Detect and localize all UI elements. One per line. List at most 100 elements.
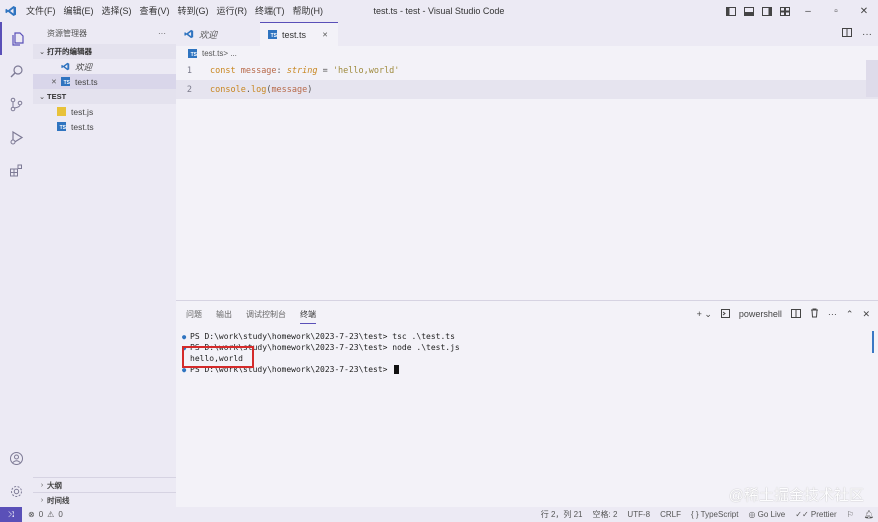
vscode-logo-icon: [61, 62, 70, 71]
tab-label: test.ts: [282, 29, 307, 40]
status-bar: ⤨ ⊗ 0 ⚠ 0 行 2，列 21 空格: 2 UTF-8 CRLF { } …: [0, 507, 878, 522]
more-actions-icon[interactable]: ···: [862, 29, 872, 40]
chevron-right-icon: ›: [40, 481, 44, 489]
typescript-file-icon: TS: [188, 48, 197, 58]
warning-icon: ⚠: [47, 510, 55, 519]
terminal-line: ● PS D:\work\study\homework\2023-7-23\tes…: [182, 331, 460, 342]
file-test-js[interactable]: test.js: [33, 104, 176, 119]
maximize-panel-icon[interactable]: ⌃: [846, 309, 854, 320]
feedback-icon[interactable]: ⚐: [847, 510, 854, 519]
javascript-file-icon: [57, 107, 66, 116]
folder-section[interactable]: ⌄ TEST: [33, 89, 176, 104]
line-ending[interactable]: CRLF: [660, 510, 681, 519]
close-icon[interactable]: ✕: [51, 78, 61, 86]
source-control-icon[interactable]: [0, 88, 33, 121]
status-right: 行 2，列 21 空格: 2 UTF-8 CRLF { } TypeScript…: [541, 509, 874, 520]
menu-help[interactable]: 帮助(H): [289, 0, 328, 22]
toggle-secondary-sidebar-icon[interactable]: [758, 0, 776, 22]
menu-go[interactable]: 转到(G): [174, 0, 213, 22]
minimize-icon[interactable]: –: [794, 0, 822, 22]
maximize-icon[interactable]: ▫: [822, 0, 850, 22]
encoding[interactable]: UTF-8: [627, 510, 650, 519]
tab-problems[interactable]: 问题: [186, 306, 202, 323]
code-line-current: 2 console . log ( message ): [176, 80, 878, 99]
vscode-window: 文件(F) 编辑(E) 选择(S) 查看(V) 转到(G) 运行(R) 终端(T…: [0, 0, 878, 522]
language-mode[interactable]: { } TypeScript: [691, 510, 738, 519]
tab-welcome[interactable]: 欢迎: [176, 22, 260, 46]
chevron-down-icon: ⌄: [39, 93, 45, 101]
split-terminal-icon[interactable]: [790, 308, 801, 320]
menu-edit[interactable]: 编辑(E): [60, 0, 98, 22]
menu-run[interactable]: 运行(R): [213, 0, 252, 22]
breadcrumb-file[interactable]: test.ts: [202, 49, 223, 58]
vscode-logo-icon: [0, 0, 22, 22]
search-icon[interactable]: [0, 55, 33, 88]
trash-icon[interactable]: [810, 308, 819, 320]
explorer-sidebar: 资源管理器 ··· ⌄ 打开的编辑器 欢迎 ✕ TS test.ts ⌄ TES…: [33, 22, 176, 507]
menu-bar: 文件(F) 编辑(E) 选择(S) 查看(V) 转到(G) 运行(R) 终端(T…: [22, 0, 327, 22]
code-editor[interactable]: 1 const message : string = 'hello,world'…: [176, 61, 878, 99]
tab-debug-console[interactable]: 调试控制台: [246, 306, 286, 323]
line-number: 1: [186, 65, 192, 76]
prettier-button[interactable]: ✓✓ Prettier: [795, 510, 836, 519]
toggle-panel-icon[interactable]: [740, 0, 758, 22]
outline-section[interactable]: › 大纲: [33, 477, 176, 492]
customize-layout-icon[interactable]: [776, 0, 794, 22]
go-live-label: Go Live: [757, 510, 786, 519]
file-test-ts[interactable]: TS test.ts: [33, 119, 176, 134]
warning-count: 0: [58, 510, 63, 519]
menu-view[interactable]: 查看(V): [136, 0, 174, 22]
more-actions-icon[interactable]: ···: [158, 29, 166, 38]
accounts-icon[interactable]: [0, 442, 33, 475]
check-icon: ✓✓: [795, 510, 809, 519]
close-window-icon[interactable]: ✕: [850, 0, 878, 22]
go-live-button[interactable]: ◎ Go Live: [748, 510, 785, 519]
close-panel-icon[interactable]: ✕: [862, 309, 870, 320]
prettier-label: Prettier: [810, 510, 837, 519]
notifications-bell-icon[interactable]: 🔔︎: [864, 510, 874, 519]
broadcast-icon: ◎: [748, 510, 756, 519]
object-token: console: [210, 84, 246, 95]
remote-icon[interactable]: ⤨: [0, 507, 22, 522]
tab-test-ts[interactable]: TS test.ts ✕: [260, 22, 338, 46]
extensions-icon[interactable]: [0, 154, 33, 187]
typescript-file-icon: TS: [268, 30, 277, 39]
terminal-shell-name[interactable]: powershell: [739, 309, 782, 319]
code-line: 1 const message : string = 'hello,world': [176, 61, 878, 80]
more-actions-icon[interactable]: ···: [828, 309, 837, 319]
string-token: 'hello,world': [332, 65, 400, 76]
editor-scrollbar[interactable]: [866, 60, 878, 97]
manage-gear-icon[interactable]: [0, 475, 33, 508]
error-count: 0: [38, 510, 44, 519]
breadcrumb: TS test.ts > ...: [176, 46, 878, 60]
open-editor-label: test.ts: [75, 76, 98, 87]
indentation[interactable]: 空格: 2: [593, 509, 618, 520]
title-bar: 文件(F) 编辑(E) 选择(S) 查看(V) 转到(G) 运行(R) 终端(T…: [0, 0, 878, 22]
breadcrumb-rest[interactable]: > ...: [223, 49, 237, 58]
tab-label: 欢迎: [199, 29, 218, 40]
menu-terminal[interactable]: 终端(T): [251, 0, 289, 22]
split-editor-icon[interactable]: [842, 28, 852, 40]
highlight-annotation: [182, 346, 254, 368]
tab-output[interactable]: 输出: [216, 306, 232, 323]
new-terminal-button[interactable]: + ⌄: [697, 309, 712, 320]
vscode-logo-icon: [184, 29, 194, 39]
run-debug-icon[interactable]: [0, 121, 33, 154]
open-editor-test-ts[interactable]: ✕ TS test.ts: [33, 74, 176, 89]
cursor-position[interactable]: 行 2，列 21: [541, 509, 583, 520]
toggle-sidebar-icon[interactable]: [722, 0, 740, 22]
open-editors-section[interactable]: ⌄ 打开的编辑器: [33, 44, 176, 59]
open-editor-welcome[interactable]: 欢迎: [33, 59, 176, 74]
status-problems[interactable]: ⊗ 0 ⚠ 0: [22, 510, 63, 519]
typescript-file-icon: TS: [61, 77, 70, 86]
menu-file[interactable]: 文件(F): [22, 0, 60, 22]
bottom-panel: 问题 输出 调试控制台 终端 + ⌄ powershell ··· ⌃ ✕ ● P…: [176, 300, 878, 507]
menu-selection[interactable]: 选择(S): [98, 0, 136, 22]
explorer-icon[interactable]: [0, 22, 33, 55]
tab-terminal[interactable]: 终端: [300, 306, 316, 324]
timeline-section[interactable]: › 时间线: [33, 492, 176, 507]
close-tab-icon[interactable]: ✕: [322, 31, 328, 39]
typescript-file-icon: TS: [57, 122, 66, 131]
terminal-scrollbar[interactable]: [872, 331, 874, 353]
operator-token: =: [322, 65, 328, 76]
